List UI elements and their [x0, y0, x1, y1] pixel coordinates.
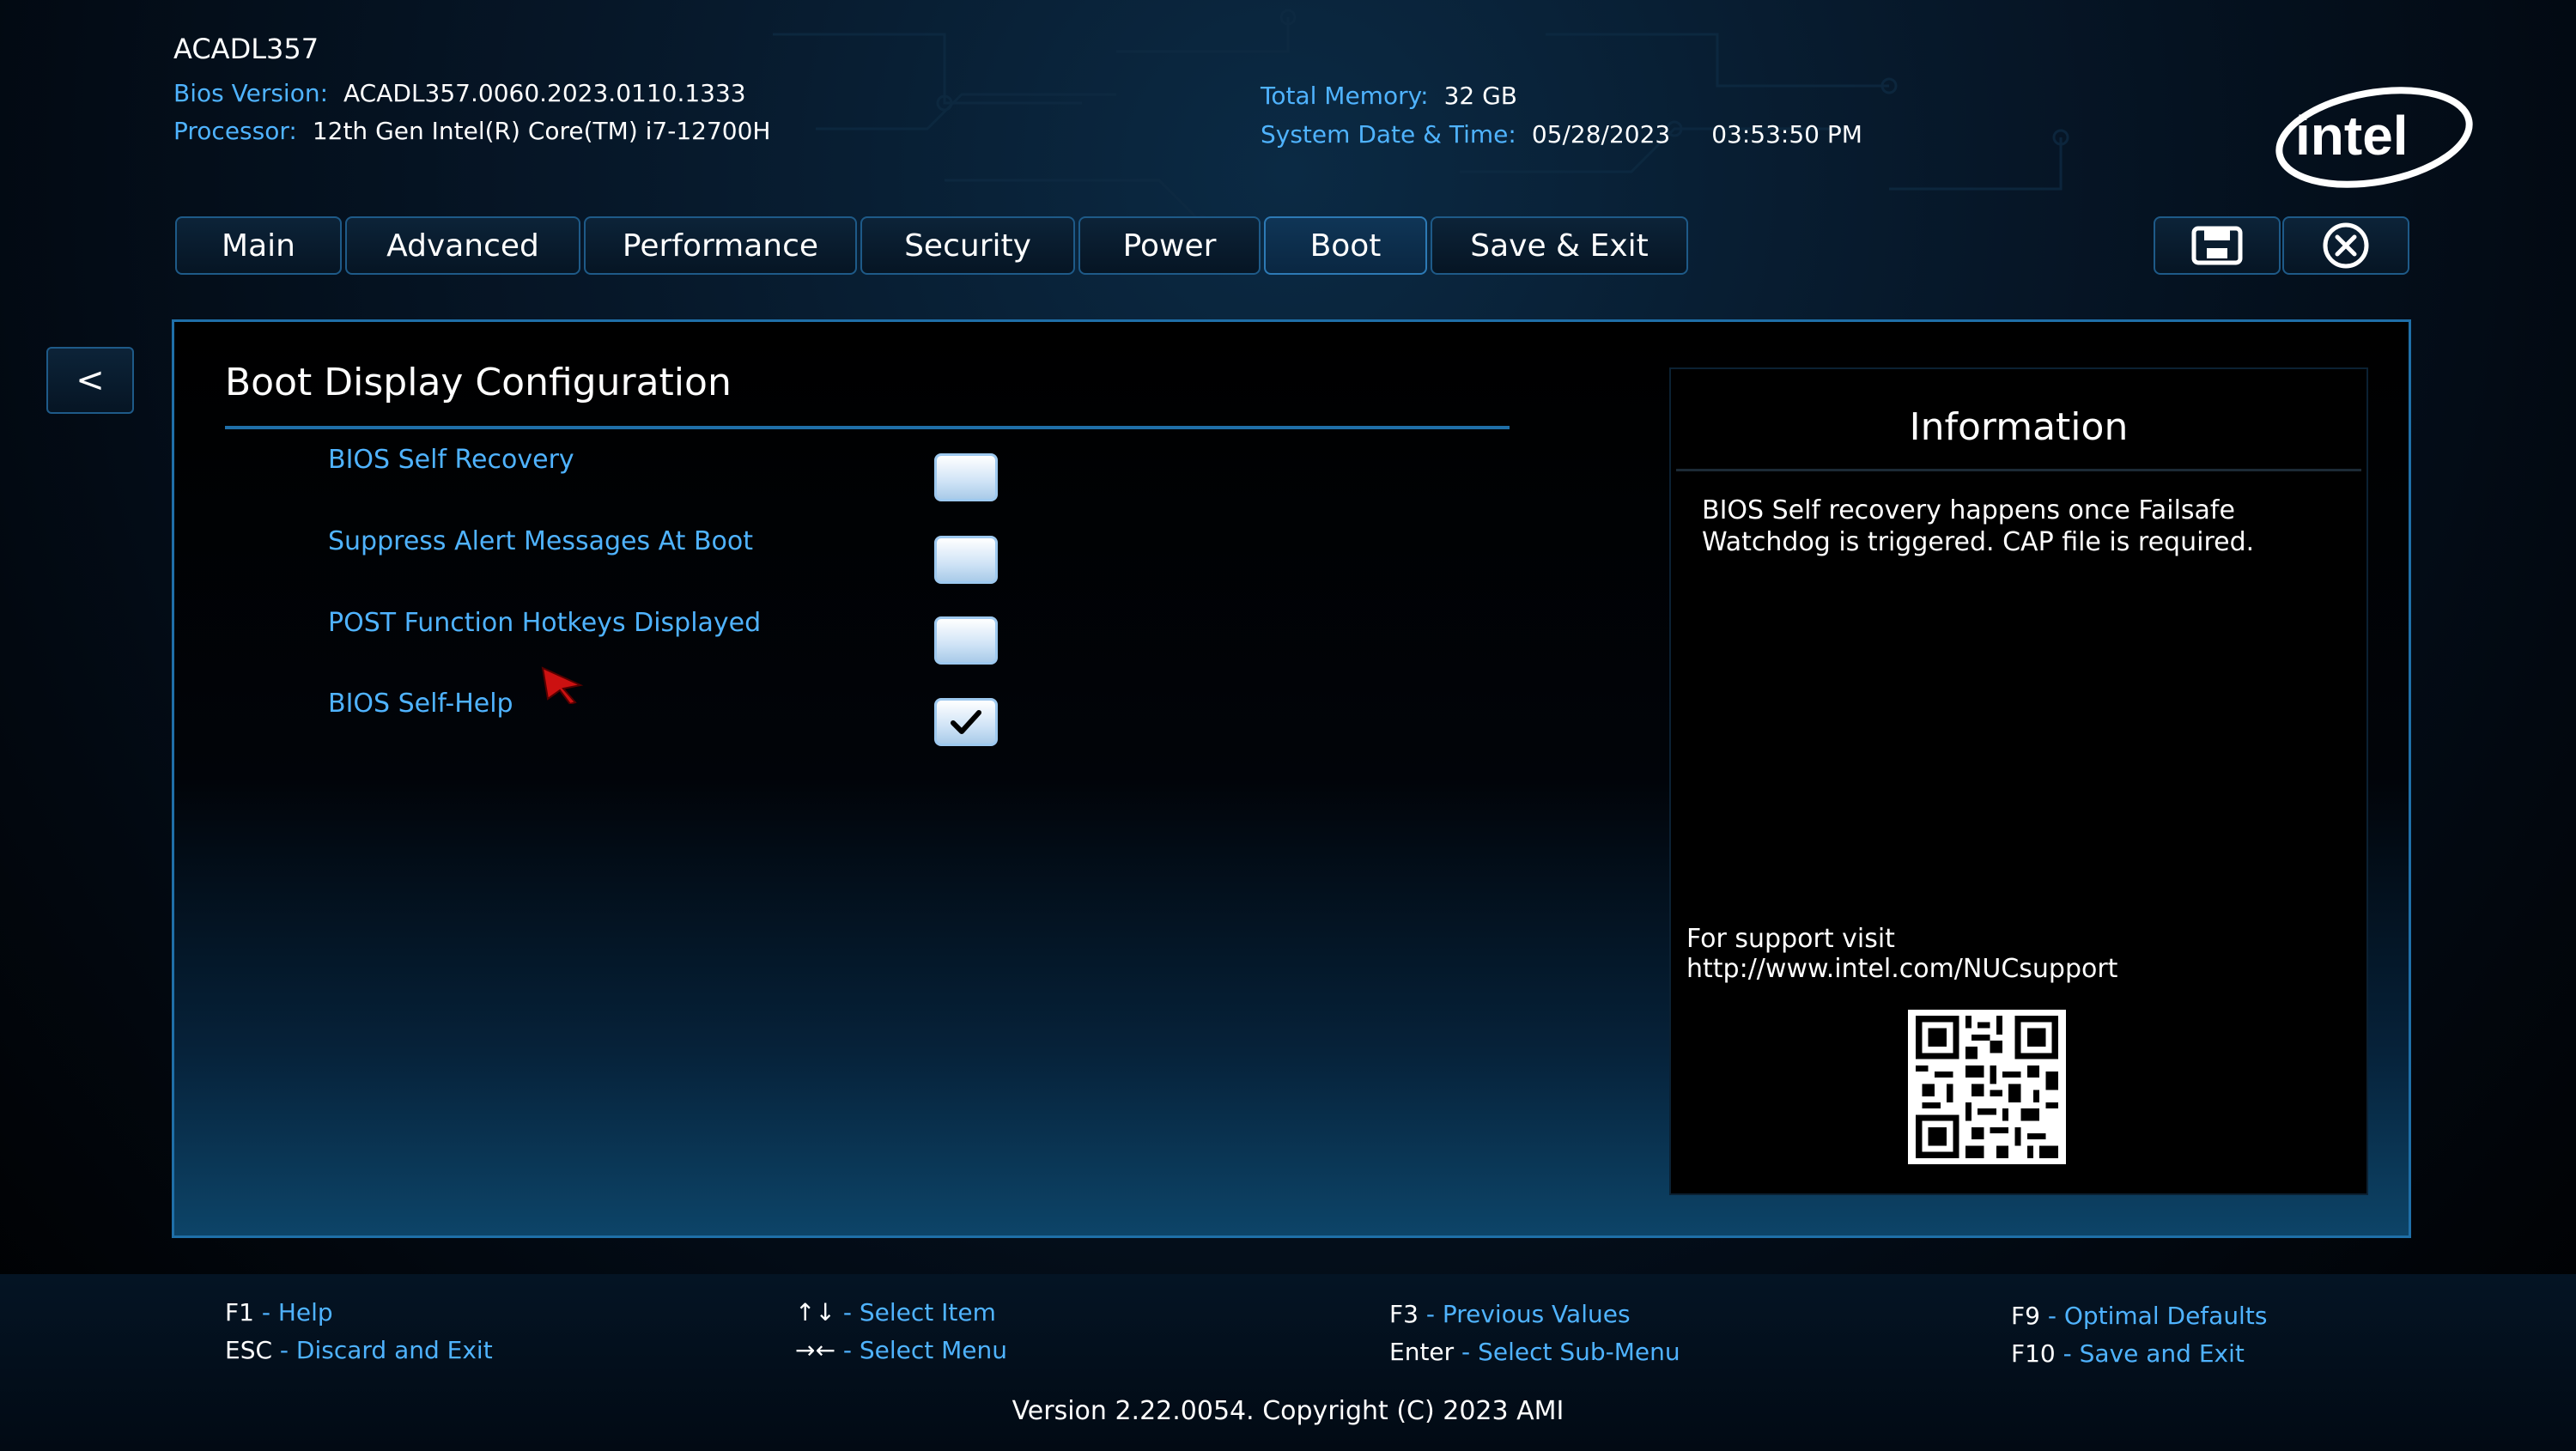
- bios-self-recovery-checkbox[interactable]: [934, 453, 998, 501]
- total-memory-row: Total Memory: 32 GB: [1261, 82, 1517, 110]
- option-post-hotkeys-label[interactable]: POST Function Hotkeys Displayed: [328, 608, 761, 638]
- system-name: ACADL357: [173, 33, 319, 65]
- hint-select-menu: →← - Select Menu: [795, 1336, 1007, 1364]
- back-button[interactable]: <: [46, 347, 134, 414]
- title-divider: [225, 426, 1510, 429]
- option-bios-self-help-label[interactable]: BIOS Self-Help: [328, 689, 513, 719]
- version-text: Version 2.22.0054. Copyright (C) 2023 AM…: [1012, 1396, 1564, 1426]
- support-text-line: For support visit: [1686, 924, 1895, 954]
- hint-key: F9: [2011, 1302, 2040, 1330]
- hint-key: Enter: [1389, 1338, 1455, 1366]
- support-url: http://www.intel.com/NUCsupport: [1686, 954, 2118, 984]
- tab-performance[interactable]: Performance: [584, 216, 857, 275]
- hint-f9: F9 - Optimal Defaults: [2011, 1302, 2268, 1330]
- system-datetime-row: System Date & Time: 05/28/2023 03:53:50 PM: [1261, 120, 1862, 149]
- hint-desc: Optimal Defaults: [2063, 1302, 2268, 1330]
- tab-advanced[interactable]: Advanced: [345, 216, 580, 275]
- system-time-value: 03:53:50 PM: [1711, 120, 1862, 149]
- hint-desc: Select Item: [859, 1298, 996, 1327]
- hint-key: ↑↓: [795, 1298, 835, 1327]
- post-hotkeys-checkbox[interactable]: [934, 616, 998, 665]
- bios-version-value: ACADL357.0060.2023.0110.1333: [343, 79, 746, 107]
- information-divider: [1676, 469, 2361, 471]
- hint-f1: F1 - Help: [225, 1298, 333, 1327]
- information-text-line: Watchdog is triggered. CAP file is requi…: [1702, 527, 2255, 557]
- tab-save-exit[interactable]: Save & Exit: [1431, 216, 1688, 275]
- hint-enter: Enter - Select Sub-Menu: [1389, 1338, 1680, 1366]
- total-memory-value: 32 GB: [1443, 82, 1517, 110]
- hint-key: ESC: [225, 1336, 273, 1364]
- support-text: For support visit http://www.intel.com/N…: [1686, 924, 2117, 984]
- processor-value: 12th Gen Intel(R) Core(TM) i7-12700H: [312, 117, 771, 145]
- system-date-value: 05/28/2023: [1531, 120, 1671, 149]
- page-title: Boot Display Configuration: [225, 361, 732, 404]
- hint-desc: Discard and Exit: [295, 1336, 493, 1364]
- hint-esc: ESC - Discard and Exit: [225, 1336, 493, 1364]
- option-suppress-alert-label[interactable]: Suppress Alert Messages At Boot: [328, 526, 753, 556]
- bios-version-label: Bios Version:: [173, 79, 329, 107]
- toolbar: [2154, 216, 2411, 278]
- hint-f10: F10 - Save and Exit: [2011, 1339, 2245, 1368]
- information-text: BIOS Self recovery happens once Failsafe…: [1702, 495, 2320, 558]
- tab-main[interactable]: Main: [175, 216, 342, 275]
- hint-desc: Save and Exit: [2079, 1339, 2245, 1368]
- checkmark-icon: [951, 710, 981, 734]
- intel-logo-text: intel: [2295, 105, 2409, 167]
- close-circle-icon: [2323, 222, 2369, 269]
- hint-desc: Help: [277, 1298, 333, 1327]
- hint-select-item: ↑↓ - Select Item: [795, 1298, 996, 1327]
- bios-version-row: Bios Version: ACADL357.0060.2023.0110.133…: [173, 79, 746, 107]
- option-bios-self-recovery-label[interactable]: BIOS Self Recovery: [328, 445, 574, 475]
- suppress-alert-checkbox[interactable]: [934, 536, 998, 584]
- information-title: Information: [1909, 405, 2129, 449]
- save-icon: [2191, 226, 2243, 265]
- bios-self-help-checkbox[interactable]: [934, 698, 998, 746]
- hint-key: F3: [1389, 1300, 1419, 1328]
- hint-desc: Select Sub-Menu: [1478, 1338, 1680, 1366]
- hint-desc: Previous Values: [1442, 1300, 1631, 1328]
- exit-button[interactable]: [2282, 216, 2409, 275]
- mouse-cursor-icon: [541, 666, 584, 704]
- processor-row: Processor: 12th Gen Intel(R) Core(TM) i7-…: [173, 117, 770, 145]
- total-memory-label: Total Memory:: [1261, 82, 1429, 110]
- save-button[interactable]: [2154, 216, 2281, 275]
- tab-security[interactable]: Security: [860, 216, 1075, 275]
- hint-key: F10: [2011, 1339, 2056, 1368]
- bios-screen: ACADL357 Bios Version: ACADL357.0060.2023…: [0, 0, 2576, 1451]
- processor-label: Processor:: [173, 117, 297, 145]
- hint-key: F1: [225, 1298, 254, 1327]
- intel-logo: intel: [2275, 87, 2473, 188]
- system-datetime-label: System Date & Time:: [1261, 120, 1516, 149]
- information-text-line: BIOS Self recovery happens once Failsafe: [1702, 495, 2235, 525]
- tab-power[interactable]: Power: [1078, 216, 1261, 275]
- tab-boot[interactable]: Boot: [1264, 216, 1427, 275]
- qr-code-image: [1908, 1010, 2066, 1164]
- hint-f3: F3 - Previous Values: [1389, 1300, 1631, 1328]
- hint-key: →←: [795, 1336, 835, 1364]
- hint-desc: Select Menu: [859, 1336, 1007, 1364]
